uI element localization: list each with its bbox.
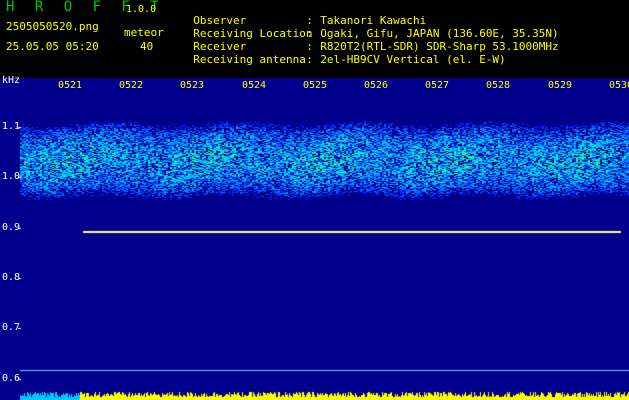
x-tick-label: 0527 <box>425 80 450 91</box>
info-colon: : <box>306 53 313 66</box>
y-tick-label: 0.8 <box>2 272 21 283</box>
x-tick-label: 0526 <box>364 80 389 91</box>
y-tick-label: 0.6 <box>2 373 21 384</box>
file-name: 2505050520.png <box>6 20 99 33</box>
info-key: Receiving antenna <box>193 53 306 66</box>
x-tick-label: 0523 <box>180 80 205 91</box>
y-tick-label: 0.9 <box>2 222 21 233</box>
app-version: 1.0.0 <box>126 4 157 15</box>
x-tick-label: 0524 <box>242 80 267 91</box>
x-tick-label: 0525 <box>303 80 328 91</box>
y-tick-label: 1.1 <box>2 121 21 132</box>
y-tick-label: 1.0 <box>2 171 21 182</box>
spectrogram-canvas <box>0 78 629 400</box>
datetime: 25.05.05 05:20 <box>6 40 99 53</box>
y-tick-label: 0.7 <box>2 322 21 333</box>
x-tick-label: 0529 <box>548 80 573 91</box>
info-value: 2el-HB9CV Vertical (el. E-W) <box>320 53 506 66</box>
x-tick-label: 0530 <box>609 80 629 91</box>
unit-label: kHz <box>2 75 21 86</box>
x-tick-label: 0522 <box>119 80 144 91</box>
info-row-antenna: Receiving antenna: 2el-HB9CV Vertical (el… <box>180 42 506 66</box>
meteor-count: 40 <box>140 40 154 53</box>
x-tick-label: 0521 <box>58 80 83 91</box>
x-tick-label: 0528 <box>486 80 511 91</box>
meteor-label: meteor <box>124 26 164 39</box>
